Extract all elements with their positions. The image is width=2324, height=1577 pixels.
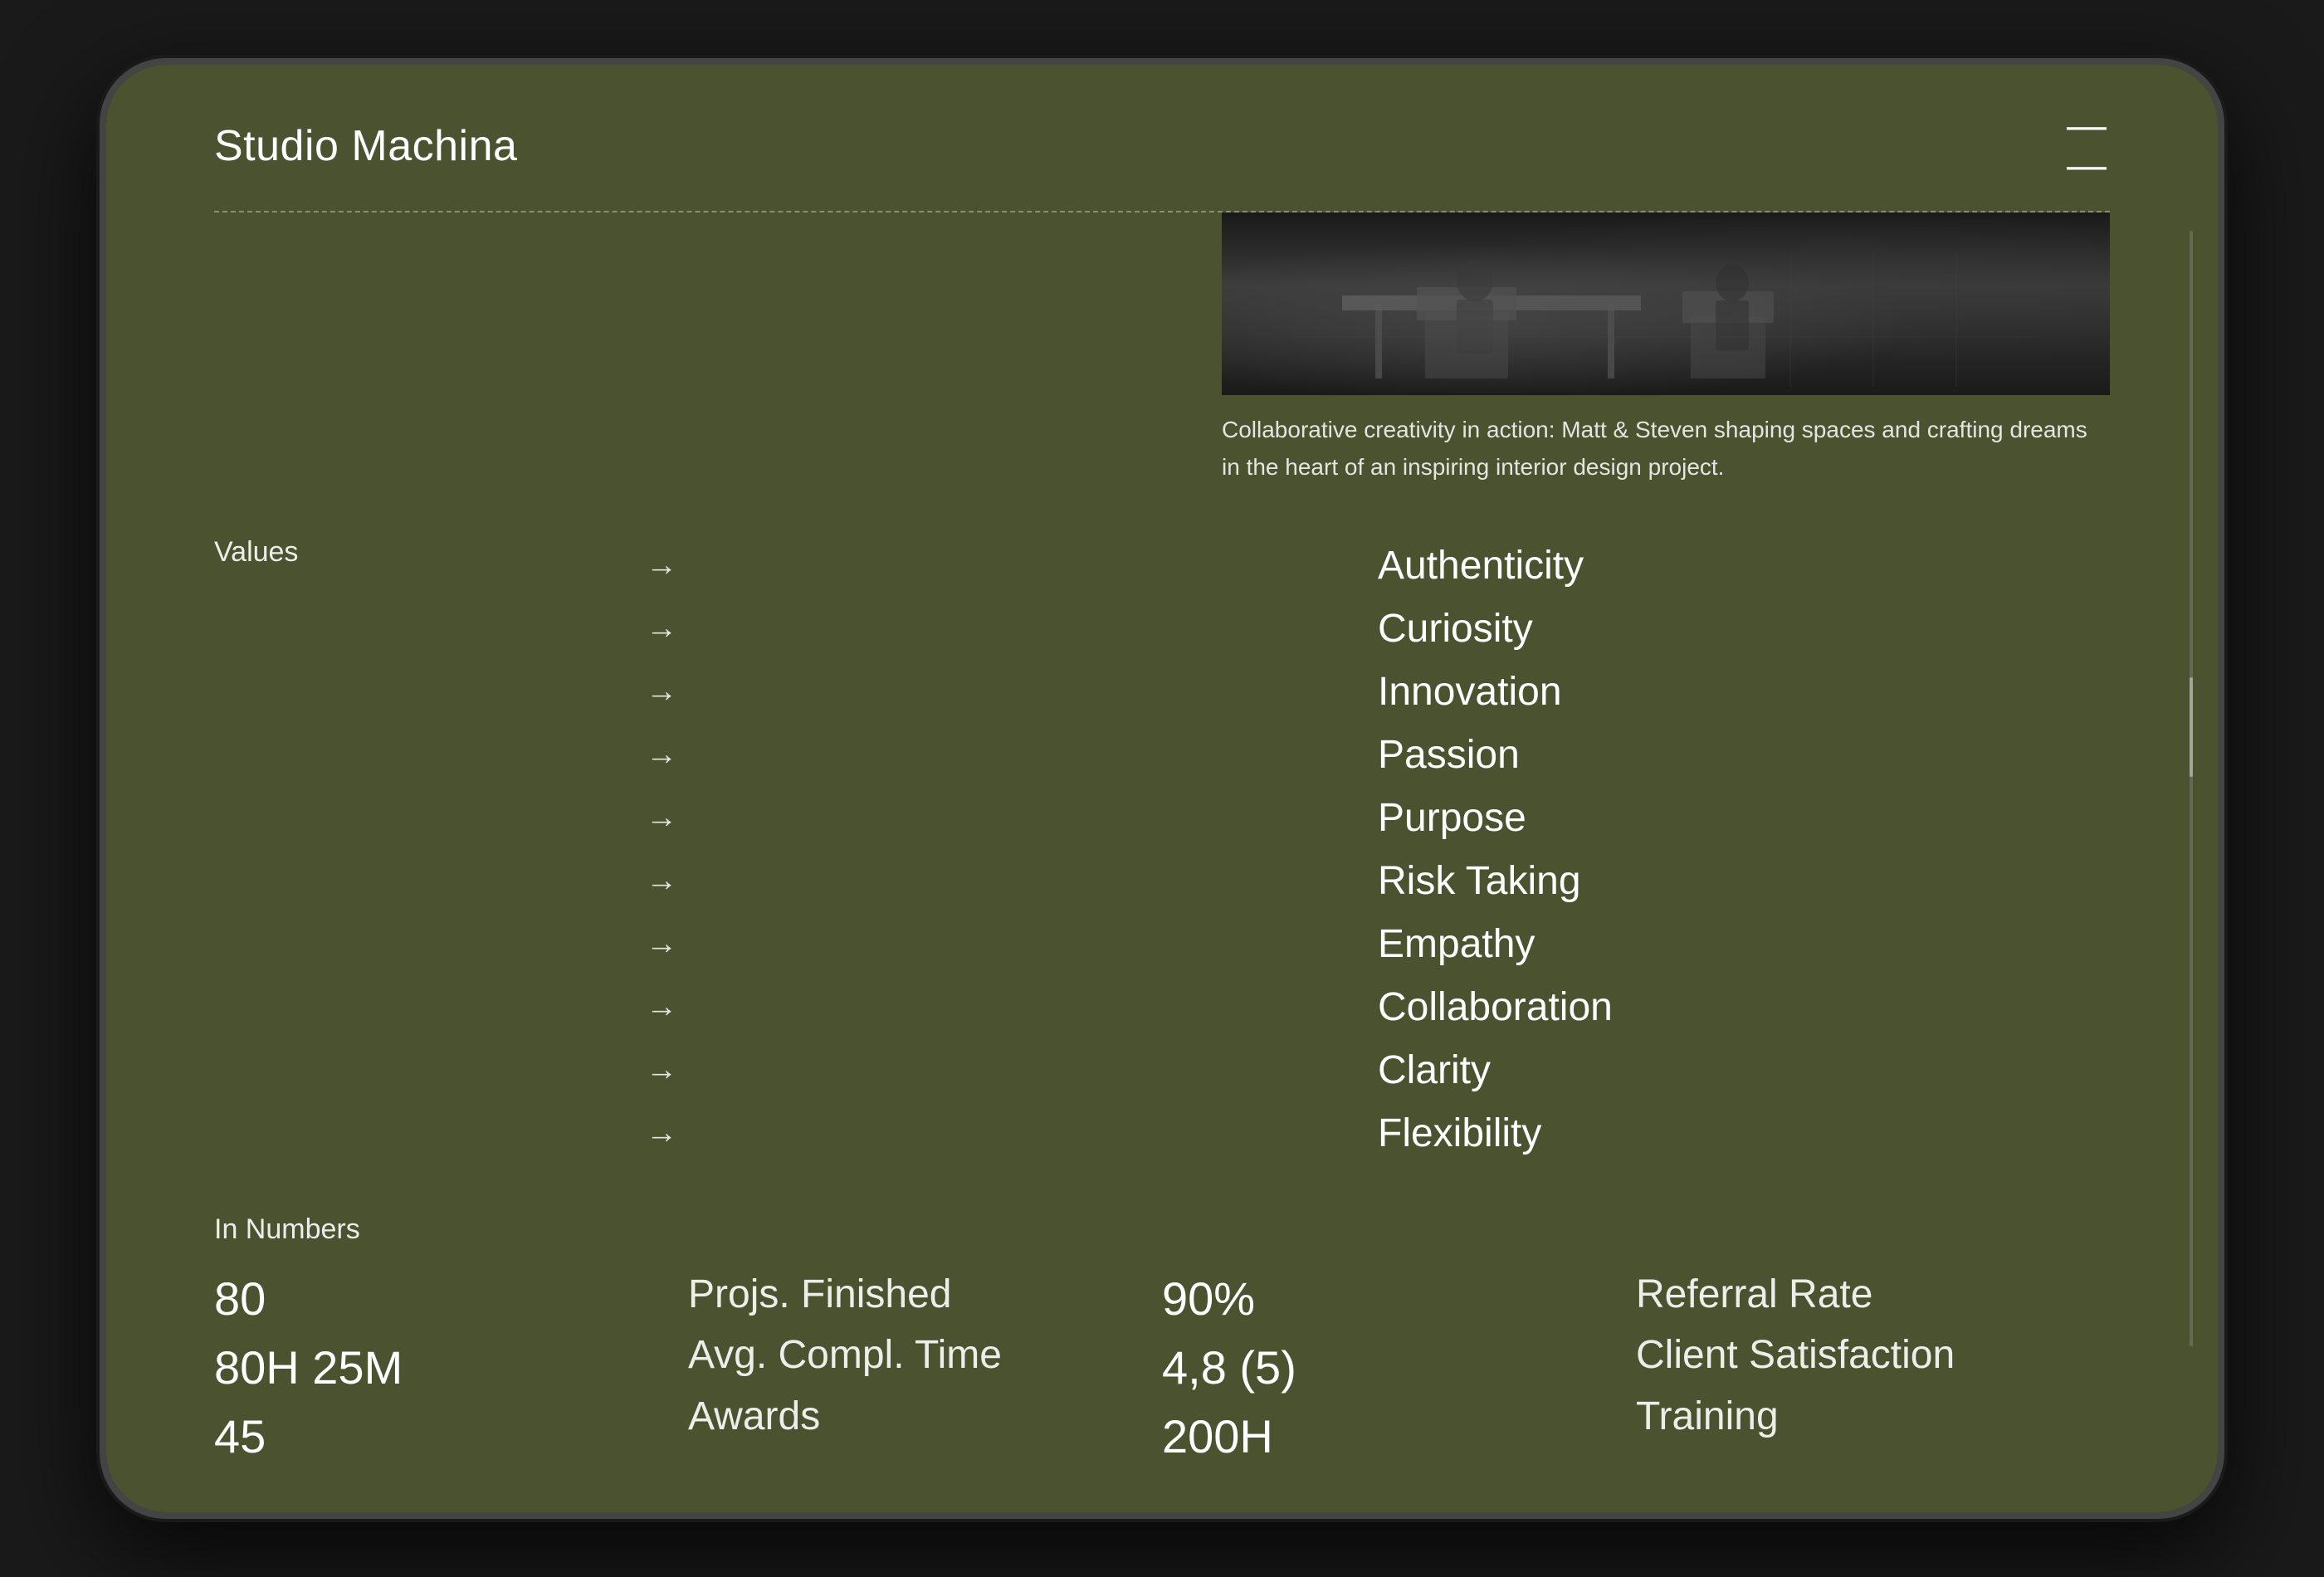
number-label-1: Projs. Finished: [688, 1271, 1162, 1319]
value-item-10: Flexibility: [1378, 1104, 2110, 1164]
number-metric-label-3: Training: [1636, 1393, 2110, 1441]
arrow-row-8: →: [646, 978, 1378, 1038]
device-frame: Studio Machina ——: [100, 58, 2224, 1519]
value-item-2: Curiosity: [1378, 599, 2110, 659]
arrow-row-7: →: [646, 915, 1378, 974]
number-metric-2: 4,8 (5): [1162, 1340, 1636, 1395]
value-item-1: Authenticity: [1378, 536, 2110, 596]
numbers-label: In Numbers: [214, 1213, 2110, 1246]
value-item-5: Purpose: [1378, 788, 2110, 848]
arrow-icon-2: →: [646, 611, 677, 647]
values-list-col: Authenticity Curiosity Innovation Passio…: [1378, 536, 2110, 1164]
arrow-row-6: →: [646, 852, 1378, 911]
value-item-4: Passion: [1378, 725, 2110, 785]
values-arrows-col: → → → → → → → → → →: [646, 536, 1378, 1164]
arrow-row-10: →: [646, 1104, 1378, 1164]
arrow-icon-10: →: [646, 1116, 677, 1151]
arrow-icon-9: →: [646, 1052, 677, 1088]
values-section: Values → → → → → → → → → → Authenticity …: [106, 486, 2218, 1197]
number-value-1: 80: [214, 1271, 688, 1326]
app-title: Studio Machina: [214, 121, 517, 171]
number-metric-label-1: Referral Rate: [1636, 1271, 2110, 1319]
arrow-icon-6: →: [646, 863, 677, 899]
arrow-icon-4: →: [646, 737, 677, 773]
arrow-row-2: →: [646, 599, 1378, 659]
numbers-col-labels: Projs. Finished Avg. Compl. Time Awards: [688, 1271, 1162, 1465]
scroll-thumb[interactable]: [2190, 677, 2193, 777]
value-item-6: Risk Taking: [1378, 852, 2110, 911]
numbers-col-values: 80 80H 25M 45: [214, 1271, 688, 1465]
caption-text: Collaborative creativity in action: Matt…: [1222, 412, 2110, 486]
screen: Studio Machina ——: [106, 65, 2218, 1512]
values-label-col: Values: [214, 536, 646, 1164]
furniture-silhouette: [1292, 254, 2039, 387]
caption-area: Collaborative creativity in action: Matt…: [106, 395, 2218, 486]
numbers-col-metrics: 90% 4,8 (5) 200H: [1162, 1271, 1636, 1465]
arrow-icon-8: →: [646, 989, 677, 1025]
arrow-icon-1: →: [646, 548, 677, 583]
value-item-9: Clarity: [1378, 1041, 2110, 1101]
number-metric-1: 90%: [1162, 1271, 1636, 1326]
numbers-grid: 80 80H 25M 45 Projs. Finished Avg. Compl…: [214, 1271, 2110, 1465]
arrow-icon-7: →: [646, 926, 677, 962]
number-metric-3: 200H: [1162, 1409, 1636, 1464]
number-metric-label-2: Client Satisfaction: [1636, 1331, 2110, 1379]
numbers-col-metric-labels: Referral Rate Client Satisfaction Traini…: [1636, 1271, 2110, 1465]
number-label-2: Avg. Compl. Time: [688, 1331, 1162, 1379]
arrow-row-1: →: [646, 536, 1378, 596]
header: Studio Machina ——: [106, 65, 2218, 211]
arrow-row-5: →: [646, 788, 1378, 848]
arrow-icon-5: →: [646, 800, 677, 836]
value-item-8: Collaboration: [1378, 978, 2110, 1038]
numbers-section: In Numbers 80 80H 25M 45 Projs. Finished…: [106, 1197, 2218, 1512]
values-label: Values: [214, 536, 298, 568]
image-section: [106, 212, 2218, 395]
number-value-2: 80H 25M: [214, 1340, 688, 1395]
value-item-7: Empathy: [1378, 915, 2110, 974]
arrow-icon-3: →: [646, 674, 677, 710]
menu-icon[interactable]: ——: [2067, 106, 2110, 186]
number-value-3: 45: [214, 1409, 688, 1464]
scroll-bar[interactable]: [2190, 231, 2193, 1346]
hero-image: [1222, 212, 2110, 395]
arrow-row-4: →: [646, 725, 1378, 785]
arrow-row-3: →: [646, 662, 1378, 722]
number-label-3: Awards: [688, 1393, 1162, 1441]
arrow-row-9: →: [646, 1041, 1378, 1101]
value-item-3: Innovation: [1378, 662, 2110, 722]
